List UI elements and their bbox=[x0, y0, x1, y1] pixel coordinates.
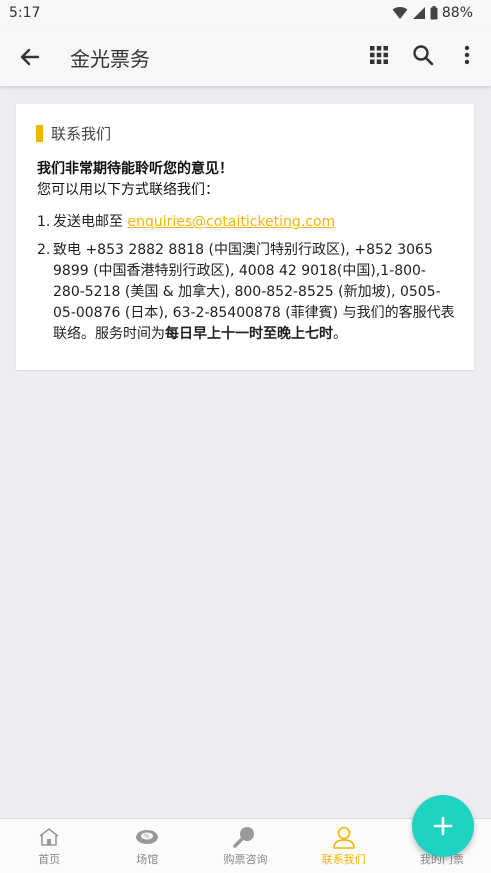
svg-text:%: % bbox=[144, 833, 150, 840]
intro-text: 您可以用以下方式联络我们： bbox=[37, 182, 219, 198]
app-bar: 金光票务 bbox=[0, 28, 491, 86]
add-fab-button[interactable] bbox=[412, 795, 474, 857]
battery-level: 88% bbox=[441, 5, 473, 21]
list-number: 2. bbox=[37, 242, 51, 258]
nav-item-home[interactable]: 首页 bbox=[0, 819, 98, 873]
email-link[interactable]: enquiries@cotaiticketing.com bbox=[127, 214, 335, 230]
plus-icon bbox=[433, 816, 453, 836]
nav-label-home: 首页 bbox=[38, 853, 61, 866]
nav-item-venue[interactable]: % 场馆 bbox=[98, 819, 196, 873]
more-vert-icon bbox=[464, 45, 470, 65]
signal-icon bbox=[412, 6, 426, 20]
battery-icon bbox=[430, 6, 438, 20]
wifi-icon bbox=[392, 6, 408, 20]
arrow-back-icon bbox=[20, 48, 40, 66]
status-bar: 5:17 88% bbox=[0, 0, 491, 28]
card-title: 联系我们 bbox=[51, 125, 112, 143]
home-icon bbox=[36, 825, 62, 849]
grid-icon bbox=[370, 46, 388, 64]
phone-suffix: 。 bbox=[333, 326, 347, 342]
nav-item-contact[interactable]: 联系我们 bbox=[295, 819, 393, 873]
card-header: 联系我们 bbox=[36, 123, 111, 144]
ticket-enquiry-icon bbox=[232, 825, 258, 849]
intro-heading: 我们非常期待能聆听您的意见！ bbox=[37, 161, 233, 177]
venue-icon: % bbox=[134, 825, 160, 849]
list-item: 1. 发送电邮至 enquiries@cotaiticketing.com bbox=[37, 212, 457, 233]
search-button[interactable] bbox=[411, 43, 435, 67]
search-icon bbox=[413, 45, 434, 66]
accent-bar bbox=[36, 125, 43, 142]
nav-label-ticket-enquiry: 购票咨询 bbox=[223, 853, 268, 866]
list-number: 1. bbox=[37, 214, 51, 230]
contact-card: 联系我们 我们非常期待能聆听您的意见！ 您可以用以下方式联络我们： 1. 发送电… bbox=[16, 104, 474, 370]
nav-label-contact: 联系我们 bbox=[321, 853, 366, 866]
contact-icon bbox=[331, 825, 357, 849]
contact-methods-list: 1. 发送电邮至 enquiries@cotaiticketing.com 2.… bbox=[37, 212, 457, 352]
service-hours: 每日早上十一时至晚上七时 bbox=[165, 326, 333, 342]
email-prefix: 发送电邮至 bbox=[53, 214, 128, 230]
list-item: 2. 致电 +853 2882 8818 (中国澳门特别行政区), +852 3… bbox=[37, 240, 457, 345]
nav-item-ticket-enquiry[interactable]: 购票咨询 bbox=[196, 819, 294, 873]
nav-label-venue: 场馆 bbox=[136, 853, 159, 866]
status-time: 5:17 bbox=[9, 5, 41, 21]
more-options-button[interactable] bbox=[455, 43, 479, 67]
grid-menu-button[interactable] bbox=[367, 43, 391, 67]
page-title: 金光票务 bbox=[70, 47, 150, 71]
status-icons: 88% bbox=[392, 5, 473, 21]
back-button[interactable] bbox=[17, 44, 43, 70]
